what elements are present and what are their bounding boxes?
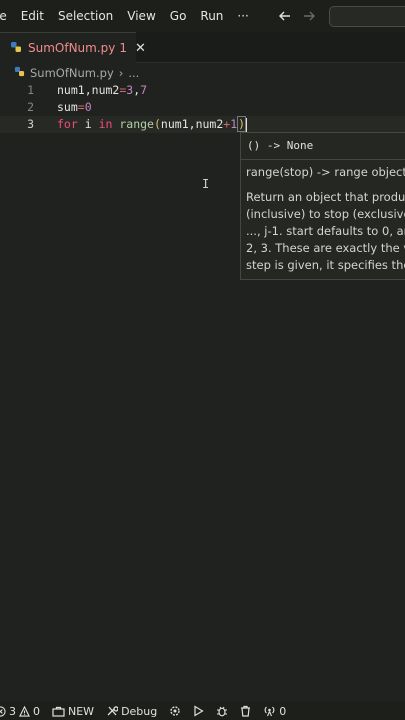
tab-title: SumOfNum.py [28,41,116,55]
problem-count-badge: 1 [119,41,128,55]
debug-button[interactable]: Debug [106,705,157,718]
doc-line: 2, 3. These are exactly the vali [246,241,405,255]
tab-bar: SumOfNum.py 1 ✕ [0,32,405,63]
code-line: 2 sum=0 [0,99,405,116]
text-cursor [246,117,248,132]
menu-more[interactable]: ··· [230,9,255,23]
code-token: in [98,117,113,131]
close-icon[interactable]: ✕ [135,41,146,56]
play-icon [193,705,204,717]
error-count: 3 [9,704,16,718]
code-token: , [84,83,92,97]
menu-view[interactable]: View [120,9,162,23]
briefcase-icon [52,706,65,717]
ports-count: 0 [279,704,287,718]
back-arrow-icon[interactable] [278,9,292,23]
code-token: = [77,100,85,114]
bug-icon [216,705,228,717]
code-token: ( [153,117,161,131]
code-token: i [77,117,99,131]
gear-icon [169,705,181,717]
menu-run[interactable]: Run [193,9,230,23]
error-icon [0,705,6,717]
breadcrumb-separator: › [118,66,124,80]
debug-bug-button[interactable] [216,705,228,717]
menu-file[interactable]: le [0,9,14,23]
navigation-controls [278,0,316,32]
new-label: NEW [68,704,95,718]
python-file-icon [14,66,25,80]
line-number: 2 [27,100,34,114]
warning-count: 0 [33,704,40,718]
broadcast-icon [263,705,276,717]
signature-overload: range(stop) -> range object r [246,165,405,179]
doc-line: ..., j-1. start defaults to 0, and [246,224,405,238]
settings-button[interactable] [169,705,181,717]
doc-line: step is given, it specifies the in [246,258,405,272]
trash-icon [240,705,251,717]
breadcrumb-more[interactable]: ... [128,66,139,80]
code-token: 7 [140,83,148,97]
python-file-icon [10,41,22,56]
forward-arrow-icon[interactable] [302,9,316,23]
status-bar: 3 0 NEW Debug 0 [0,702,405,720]
signature-help-popup: () -> None range(stop) -> range object r… [240,132,405,280]
warning-icon [19,705,30,717]
doc-line: Return an object that produce [246,190,405,204]
new-button[interactable]: NEW [52,705,94,718]
code-token: num1 [160,117,189,131]
code-token: ) [237,116,247,132]
menu-go[interactable]: Go [163,9,194,23]
delete-button[interactable] [240,705,251,717]
code-token: num2 [195,117,224,131]
code-line-current: 3 for i in range(num1,num2+1) [0,116,405,133]
code-token: num1 [57,83,85,97]
breadcrumb-file[interactable]: SumOfNum.py [30,66,114,80]
problems-indicator[interactable]: 3 0 [0,705,40,718]
line-number: 3 [27,117,34,131]
menu-selection[interactable]: Selection [51,9,120,23]
line-number: 1 [27,83,34,97]
tools-icon [106,705,119,717]
code-token: , [188,117,196,131]
tab-sumofnum[interactable]: SumOfNum.py 1 ✕ [0,32,146,63]
command-center-search[interactable] [329,6,405,27]
popup-divider [241,159,405,160]
mouse-cursor-icon: I [202,177,210,191]
signature-text: () -> None [247,139,314,152]
run-button[interactable] [193,705,204,717]
ports-indicator[interactable]: 0 [263,705,286,718]
doc-line: (inclusive) to stop (exclusive) [246,207,405,221]
code-token: for [57,117,78,131]
debug-label: Debug [121,704,158,718]
code-line: 1 num1,num2=3,7 [0,82,405,99]
code-token: sum [57,100,78,114]
menu-edit[interactable]: Edit [14,9,51,23]
code-token: 0 [84,100,92,114]
code-token: num2 [91,83,120,97]
breadcrumb: SumOfNum.py › ... [14,64,139,82]
code-token: range [119,117,154,131]
